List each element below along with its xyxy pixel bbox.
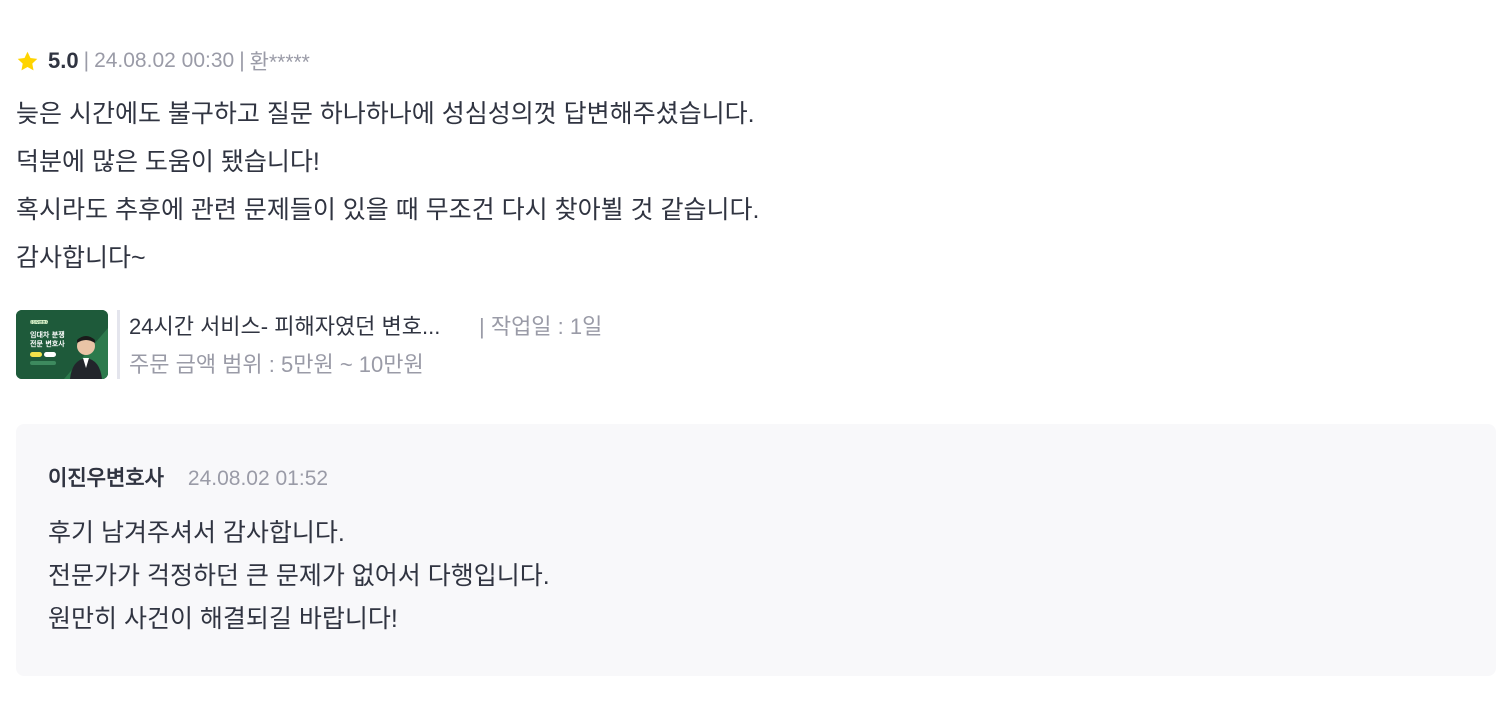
meta-separator: | <box>239 49 245 72</box>
reply-date: 24.08.02 01:52 <box>187 467 329 490</box>
meta-separator: | <box>83 49 90 72</box>
expert-reply: 이진우변호사 24.08.02 01:52 후기 남겨주셔서 감사합니다. 전문… <box>16 424 1496 676</box>
reply-header: 이진우변호사 24.08.02 01:52 <box>48 462 1464 492</box>
review-author: 환***** <box>249 51 310 74</box>
reply-body: 후기 남겨주셔서 감사합니다. 전문가가 걱정하던 큰 문제가 없어서 다행입니… <box>48 512 1464 641</box>
thumbnail-image: 이진우변호사 임대차 분쟁 전문 변호사 <box>16 309 108 379</box>
service-price-range: 주문 금액 범위 : 5만원 ~ 10만원 <box>129 352 424 377</box>
review-line: 혹시라도 추후에 관련 문제들이 있을 때 무조건 다시 찾아뵐 것 같습니다. <box>16 196 760 224</box>
star-icon <box>17 51 38 70</box>
reply-line: 후기 남겨주셔서 감사합니다. <box>48 519 345 547</box>
service-thumbnail[interactable]: 이진우변호사 임대차 분쟁 전문 변호사 <box>16 309 108 379</box>
rating-value: 5.0 <box>48 48 79 73</box>
review-body: 늦은 시간에도 불구하고 질문 하나하나에 성심성의껏 답변해주셨습니다. 덕분… <box>16 90 1496 282</box>
reply-author: 이진우변호사 <box>48 467 164 490</box>
review-line: 덕분에 많은 도움이 됐습니다! <box>16 148 320 176</box>
thumb-line2: 전문 변호사 <box>30 339 65 348</box>
reply-line: 원만히 사건이 해결되길 바랍니다! <box>48 605 398 633</box>
review-card: 5.0 | 24.08.02 00:30 | 환***** 늦은 시간에도 불구… <box>16 44 1496 379</box>
review-meta: 5.0 | 24.08.02 00:30 | 환***** <box>16 44 1496 78</box>
reply-line: 전문가가 걱정하던 큰 문제가 없어서 다행입니다. <box>48 562 550 590</box>
thumb-line1: 임대차 분쟁 <box>30 330 65 339</box>
service-work-days: | 작업일 : 1일 <box>479 314 603 339</box>
service-details: 24시간 서비스- 피해자였던 변호... | 작업일 : 1일 주문 금액 범… <box>129 309 602 379</box>
review-line: 감사합니다~ <box>16 244 146 272</box>
vertical-divider <box>117 309 120 379</box>
service-title[interactable]: 24시간 서비스- 피해자였던 변호... <box>129 309 479 341</box>
review-line: 늦은 시간에도 불구하고 질문 하나하나에 성심성의껏 답변해주셨습니다. <box>16 100 755 128</box>
service-info[interactable]: 이진우변호사 임대차 분쟁 전문 변호사 24시간 서비스- 피해자였던 변호.… <box>16 309 1496 379</box>
review-date: 24.08.02 00:30 <box>94 49 235 72</box>
thumb-tag: 이진우변호사 <box>29 319 50 324</box>
